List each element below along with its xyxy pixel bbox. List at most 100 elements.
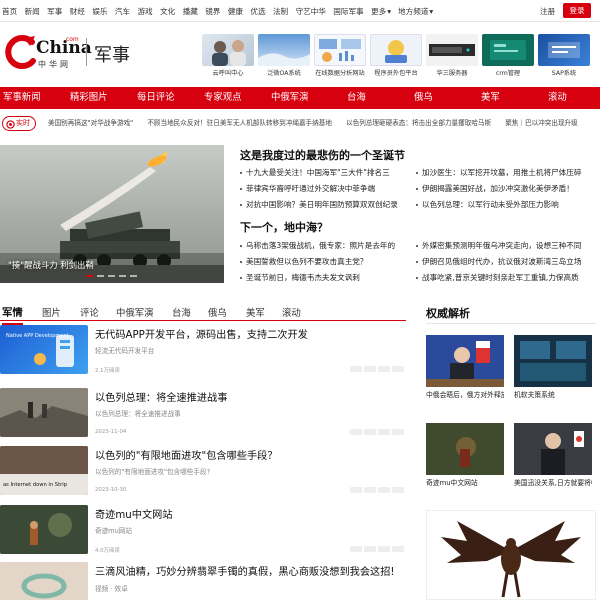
channel-nav-photos[interactable]: 精彩图片 [70,87,108,109]
news-link[interactable]: 伊朗召见俄组时代办，抗议俄对波斯湾三岛立场 [416,256,581,267]
news-link[interactable]: 对抗中国影响？美日明年国防预算双双创纪录 [240,199,398,210]
news-link[interactable]: 以色列总理：以军行动未受外部压力影响 [416,199,559,210]
ad-item[interactable]: 在线数据分析网站 [314,34,366,78]
ticker-item[interactable]: 美国别再搞这"对华战争游戏" [48,119,133,127]
ad-item[interactable]: 华三服务器 [426,34,478,78]
game-scene-icon [426,423,504,475]
ad-item[interactable]: crm管理 [482,34,534,78]
tab-photos[interactable]: 图片 [42,305,61,319]
share-icon[interactable] [378,366,390,372]
news-link[interactable]: 圣诞节前日，梅德韦杰夫发文讽刺 [240,272,360,283]
top-nav-entertainment[interactable]: 娱乐 [92,6,107,17]
share-icon[interactable] [392,366,404,372]
top-nav-games[interactable]: 游戏 [137,6,152,17]
channel-nav-rolling[interactable]: 滚动 [548,87,567,109]
tab-intel[interactable]: 军情 [2,304,23,326]
feed-thumbnail[interactable] [0,388,88,437]
top-nav-news[interactable]: 新闻 [25,6,40,17]
share-icon[interactable] [350,546,362,552]
channel-nav-sino-russia[interactable]: 中俄军演 [271,87,309,109]
feed-title[interactable]: 奇迹mu中文网站 [95,506,173,521]
share-icon[interactable] [378,429,390,435]
channel-nav-russia-ukraine[interactable]: 俄乌 [414,87,433,109]
feed-title[interactable]: 无代码APP开发平台，源码出售，支持二次开发 [95,326,308,341]
feed-title[interactable]: 以色列的"有限地面进攻"包含哪些手段？ [95,447,278,462]
top-nav-law[interactable]: 法制 [273,6,288,17]
login-button[interactable]: 登录 [563,3,591,18]
feed-title[interactable]: 三滴风油精，巧妙分辨翡翠手镯的真假，黑心商贩没想到我会这招! [95,563,395,578]
hero-slider[interactable]: "揍"醒战斗力 利剑出鞘 [0,145,224,283]
tab-sino-russia[interactable]: 中俄军演 [116,305,154,319]
tab-taiwan[interactable]: 台海 [172,305,191,319]
share-icon[interactable] [350,429,362,435]
headline[interactable]: 这是我度过的最悲伤的一个圣诞节 [240,147,405,163]
top-nav-lens[interactable]: 镜界 [205,6,220,17]
tab-review[interactable]: 评论 [80,305,99,319]
top-nav-finance[interactable]: 财经 [70,6,85,17]
feed-thumbnail[interactable] [0,562,88,600]
sidebar-card[interactable]: 奇迹mu中文网站 [426,423,504,488]
channel-nav-news[interactable]: 军事新闻 [3,87,41,109]
top-nav-health[interactable]: 健康 [228,6,243,17]
share-icon[interactable] [378,546,390,552]
news-link[interactable]: 伊朗揭露美国好战，加沙冲突激化美伊矛盾！ [416,183,574,194]
slider-dot[interactable] [108,275,115,277]
top-nav-picks[interactable]: 优选 [250,6,265,17]
headline[interactable]: 下一个，地中海？ [240,219,328,235]
ad-item[interactable]: 程序员外包平台 [370,34,422,78]
share-icon[interactable] [392,546,404,552]
feed-title[interactable]: 以色列总理：将全速推进战事 [95,389,227,404]
register-link[interactable]: 注册 [540,6,555,17]
channel-nav-us-military[interactable]: 美军 [481,87,500,109]
channel-nav-review[interactable]: 每日评论 [137,87,175,109]
slider-dot[interactable] [86,275,93,277]
top-nav-culture[interactable]: 文化 [160,6,175,17]
site-logo[interactable]: China .com 中华网 军事 [2,34,137,72]
share-icon[interactable] [350,366,362,372]
sidebar-card[interactable]: 中俄会晤后，俄方对外释放了明确期待，重点提 [426,335,504,400]
channel-nav-experts[interactable]: 专家观点 [204,87,242,109]
news-link[interactable]: 十九大最受关注！中国海军"三大件"排名三 [240,167,390,178]
share-icon[interactable] [350,487,362,493]
top-nav-military[interactable]: 军事 [47,6,62,17]
top-nav-collection[interactable]: 播藏 [183,6,198,17]
news-link[interactable]: 菲律宾华裔呼吁通过外交解决中菲争端 [240,183,375,194]
feed-thumbnail[interactable]: as Internet down in Strip [0,446,88,495]
sidebar-card[interactable]: 美国迅没关系,日方就要将中国视作"威胁",但是在了 [514,423,592,488]
sidebar-card[interactable]: 机软夫策系统 [514,335,592,400]
top-nav-auto[interactable]: 汽车 [115,6,130,17]
share-icon[interactable] [392,429,404,435]
tab-russia-ukraine[interactable]: 俄乌 [208,305,227,319]
ad-item[interactable]: 云呼叫中心 [202,34,254,78]
ticker-item[interactable]: 聚焦｜巴以冲突出现升级 [505,119,578,127]
share-icon[interactable] [364,366,376,372]
slider-dot[interactable] [119,275,126,277]
ticker-item[interactable]: 以色列总理砸硬表态：将击出全部力量攫取哈马斯 [346,119,491,127]
top-nav-intl-military[interactable]: 国际军事 [333,6,363,17]
sidebar-ad[interactable] [426,510,596,600]
news-link[interactable]: 美国誓救但以色列不要攻击真主党？ [240,256,368,267]
share-icon[interactable] [378,487,390,493]
top-nav-local[interactable]: 地方频道 [398,6,428,17]
slider-dot[interactable] [130,275,137,277]
news-link[interactable]: 外媒密集预测明年俄乌冲突走向，设想三种不同 [416,240,581,251]
news-link[interactable]: 战事吃紧,普京关键时刻亲赴军工重镇,力保高质 [416,272,579,283]
ticker-item[interactable]: 不顾当地民众反对！驻日美军无人机部队转移到冲绳嘉手纳基地 [147,119,332,127]
news-link[interactable]: 乌称击落3架俄战机，俄专家：照片是去年的 [240,240,395,251]
top-nav-home[interactable]: 首页 [2,6,17,17]
feed-thumbnail[interactable]: Native APP Development [0,325,88,374]
share-icon[interactable] [364,487,376,493]
top-nav-heritage[interactable]: 守艺中华 [296,6,326,17]
channel-nav-taiwan[interactable]: 台海 [347,87,366,109]
share-icon[interactable] [364,429,376,435]
ad-item[interactable]: 泛微OA系统 [258,34,310,78]
tab-rolling[interactable]: 滚动 [282,305,301,319]
feed-thumbnail[interactable] [0,505,88,554]
tab-us-military[interactable]: 美军 [246,305,265,319]
top-nav-more[interactable]: 更多 [371,6,386,17]
slider-dot[interactable] [97,275,104,277]
news-link[interactable]: 加沙医生：以军挖开坟墓，用推土机将尸体压碎 [416,167,581,178]
share-icon[interactable] [392,487,404,493]
share-icon[interactable] [364,546,376,552]
ad-item[interactable]: SAP系统 [538,34,590,78]
